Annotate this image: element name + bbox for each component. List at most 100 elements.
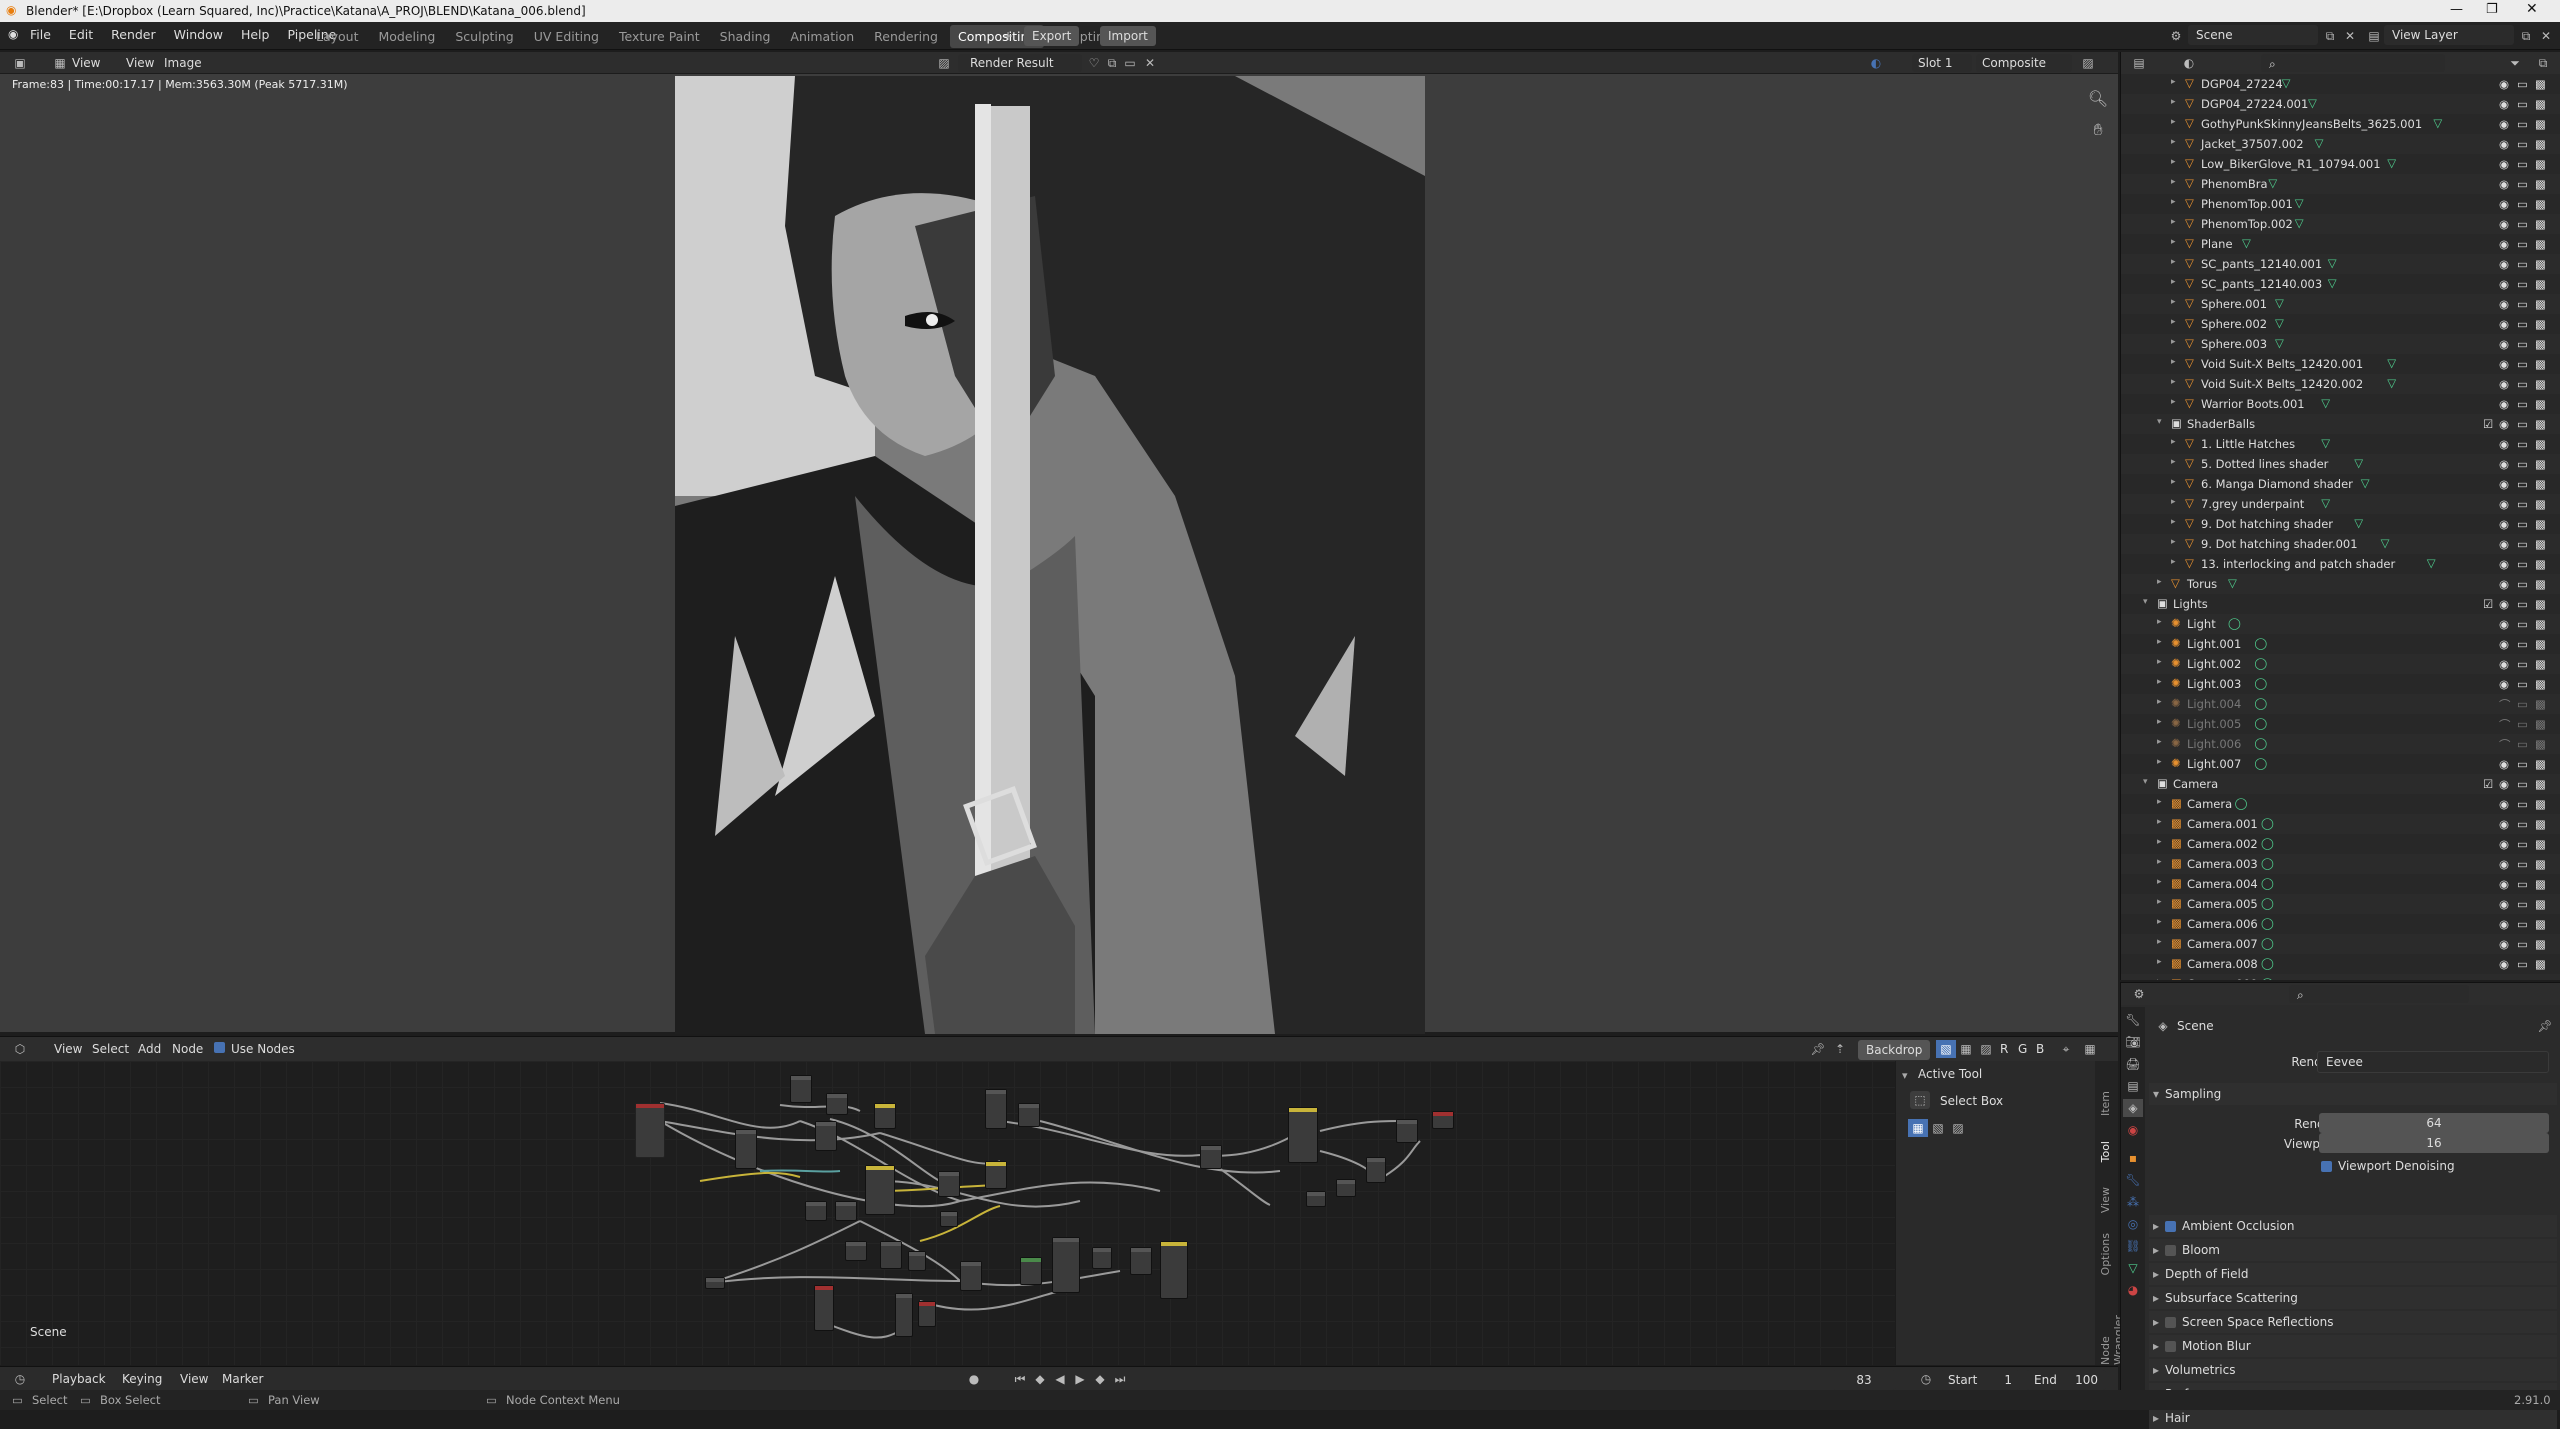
prev-keyframe-icon[interactable]: ◆	[1030, 1370, 1050, 1388]
viewport-disable-icon[interactable]: ▭	[2517, 777, 2528, 791]
outliner-row[interactable]: ▸ ▩ Camera.005 ◯ ◉ ▭ ▩	[2121, 894, 2560, 914]
mesh-data-icon[interactable]: ▽	[2427, 556, 2436, 570]
panel-hair[interactable]: ▸ Hair	[2149, 1407, 2557, 1429]
tab-rendering[interactable]: Rendering	[866, 25, 946, 48]
expand-toggle-icon[interactable]: ▸	[2171, 337, 2176, 347]
expand-toggle-icon[interactable]: ▸	[2157, 857, 2162, 867]
object-data-icon[interactable]: ◯	[2254, 756, 2267, 770]
panel-ambient-occlusion[interactable]: ▸ Ambient Occlusion	[2149, 1215, 2557, 1237]
node[interactable]	[985, 1161, 1007, 1189]
tab-layout[interactable]: Layout	[308, 25, 367, 48]
node[interactable]	[1160, 1241, 1188, 1299]
outliner-row[interactable]: ▸ ▽ Low_BikerGlove_R1_10794.001 ▽ ◉ ▭ ▩	[2121, 154, 2560, 174]
viewport-disable-icon[interactable]: ▭	[2517, 377, 2528, 391]
viewport-disable-icon[interactable]: ▭	[2517, 277, 2528, 291]
render-disable-icon[interactable]: ▩	[2535, 737, 2546, 751]
visibility-eye-icon[interactable]: ◉	[2499, 337, 2509, 351]
visibility-eye-icon[interactable]: ◉	[2499, 137, 2509, 151]
jump-end-icon[interactable]: ⏭	[1110, 1370, 1130, 1388]
object-data-icon[interactable]: ◯	[2261, 916, 2274, 930]
expand-toggle-icon[interactable]: ▸	[2171, 177, 2176, 187]
select-box-icon[interactable]: ⬚	[1910, 1091, 1930, 1109]
render-disable-icon[interactable]: ▩	[2535, 917, 2546, 931]
collapse-icon[interactable]: ▾	[1902, 1069, 1908, 1082]
viewport-disable-icon[interactable]: ▭	[2517, 497, 2528, 511]
viewport-disable-icon[interactable]: ▭	[2517, 637, 2528, 651]
viewport-disable-icon[interactable]: ▭	[2517, 177, 2528, 191]
select-extend-icon[interactable]: ▧	[1928, 1119, 1948, 1137]
expand-toggle-icon[interactable]: ▸	[2171, 457, 2176, 467]
pass-dropdown[interactable]: Composite	[1976, 54, 2072, 72]
node[interactable]	[985, 1089, 1007, 1129]
node[interactable]	[815, 1121, 837, 1151]
outliner-row[interactable]: ▸ ▽ Void Suit-X Belts_12420.002 ▽ ◉ ▭ ▩	[2121, 374, 2560, 394]
unlink-image-icon[interactable]: ✕	[1140, 54, 1160, 72]
outliner-row[interactable]: ▸ ✺ Light.006 ◯ ⌒ ▭ ▩	[2121, 734, 2560, 754]
editor-type-icon[interactable]: ◷	[10, 1370, 30, 1388]
export-button[interactable]: Export	[1024, 26, 1080, 46]
visibility-eye-icon[interactable]: ◉	[2499, 97, 2509, 111]
outliner-search-input[interactable]: ⌕	[2261, 54, 2445, 72]
backdrop-alpha-icon[interactable]: ▦	[1956, 1040, 1976, 1058]
view-layer-icon[interactable]: ▤	[2364, 27, 2384, 45]
mesh-data-icon[interactable]: ▽	[2328, 256, 2337, 270]
visibility-eye-icon[interactable]: ◉	[2499, 617, 2509, 631]
visibility-eye-icon[interactable]: ◉	[2499, 797, 2509, 811]
node[interactable]	[635, 1103, 665, 1158]
outliner-row[interactable]: ▸ ▽ Void Suit-X Belts_12420.001 ▽ ◉ ▭ ▩	[2121, 354, 2560, 374]
menu-view[interactable]: View	[126, 56, 154, 70]
expand-toggle-icon[interactable]: ▾	[2157, 417, 2162, 427]
render-disable-icon[interactable]: ▩	[2535, 97, 2546, 111]
viewport-disable-icon[interactable]: ▭	[2517, 77, 2528, 91]
visibility-eye-icon[interactable]: ⌒	[2499, 737, 2511, 753]
node[interactable]	[874, 1103, 896, 1129]
visibility-eye-icon[interactable]: ◉	[2499, 177, 2509, 191]
menu-file[interactable]: File	[30, 27, 51, 42]
visibility-eye-icon[interactable]: ◉	[2499, 517, 2509, 531]
use-nodes-checkbox[interactable]: Use Nodes	[214, 1042, 295, 1056]
render-disable-icon[interactable]: ▩	[2535, 617, 2546, 631]
render-disable-icon[interactable]: ▩	[2535, 937, 2546, 951]
visibility-eye-icon[interactable]: ◉	[2499, 397, 2509, 411]
pin-icon[interactable]: 📌︎	[2535, 1017, 2555, 1035]
outliner-row[interactable]: ▸ ▽ SC_pants_12140.001 ▽ ◉ ▭ ▩	[2121, 254, 2560, 274]
add-workspace-icon[interactable]: +	[998, 27, 1018, 45]
output-tab-icon[interactable]: 🖨︎	[2123, 1055, 2143, 1073]
outliner-row[interactable]: ▸ ▩ Camera.001 ◯ ◉ ▭ ▩	[2121, 814, 2560, 834]
visibility-eye-icon[interactable]: ◉	[2499, 217, 2509, 231]
expand-toggle-icon[interactable]: ▸	[2171, 437, 2176, 447]
exclude-checkbox-icon[interactable]: ☑	[2483, 777, 2493, 791]
render-disable-icon[interactable]: ▩	[2535, 557, 2546, 571]
viewport-disable-icon[interactable]: ▭	[2517, 577, 2528, 591]
render-disable-icon[interactable]: ▩	[2535, 497, 2546, 511]
expand-toggle-icon[interactable]: ▸	[2157, 577, 2162, 587]
node[interactable]	[1288, 1107, 1318, 1163]
viewport-disable-icon[interactable]: ▭	[2517, 717, 2528, 731]
scene-icon[interactable]: ⚙	[2166, 27, 2186, 45]
render-disable-icon[interactable]: ▩	[2535, 777, 2546, 791]
panel-enable-checkbox[interactable]	[2165, 1244, 2177, 1256]
panel-motion-blur[interactable]: ▸ Motion Blur	[2149, 1335, 2557, 1357]
mesh-data-icon[interactable]: ▽	[2328, 276, 2337, 290]
image-name-field[interactable]: Render Result	[958, 54, 1082, 72]
render-disable-icon[interactable]: ▩	[2535, 597, 2546, 611]
render-disable-icon[interactable]: ▩	[2535, 217, 2546, 231]
viewport-disable-icon[interactable]: ▭	[2517, 297, 2528, 311]
expand-toggle-icon[interactable]: ▸	[2157, 877, 2162, 887]
expand-toggle-icon[interactable]: ▸	[2157, 697, 2162, 707]
outliner-row[interactable]: ▸ ▩ Camera.004 ◯ ◉ ▭ ▩	[2121, 874, 2560, 894]
render-disable-icon[interactable]: ▩	[2535, 257, 2546, 271]
visibility-eye-icon[interactable]: ◉	[2499, 917, 2509, 931]
node[interactable]	[880, 1241, 902, 1269]
viewport-disable-icon[interactable]: ▭	[2517, 817, 2528, 831]
render-disable-icon[interactable]: ▩	[2535, 317, 2546, 331]
editor-type-icon[interactable]: ▣	[10, 54, 30, 72]
outliner-row[interactable]: ▾ ▣ ShaderBalls ☑ ◉ ▭ ▩	[2121, 414, 2560, 434]
mesh-data-icon[interactable]: ▽	[2354, 516, 2363, 530]
render-disable-icon[interactable]: ▩	[2535, 377, 2546, 391]
jump-start-icon[interactable]: ⏮	[1010, 1370, 1030, 1388]
object-data-icon[interactable]: ◯	[2254, 716, 2267, 730]
expand-toggle-icon[interactable]: ▸	[2157, 617, 2162, 627]
node[interactable]	[1092, 1247, 1112, 1269]
record-icon[interactable]: ●	[964, 1370, 984, 1388]
